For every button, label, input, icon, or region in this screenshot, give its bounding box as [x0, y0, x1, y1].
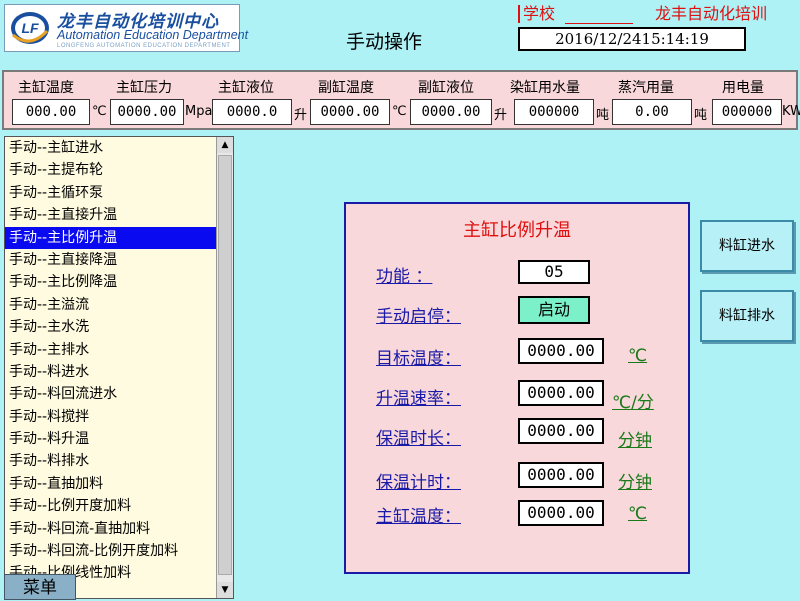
function-value[interactable]: 05 — [518, 260, 590, 284]
status-label: 副缸液位 — [418, 80, 474, 96]
list-item[interactable]: 手动--主比例降温 — [5, 271, 217, 293]
status-unit: ℃ — [392, 104, 407, 119]
status-label: 主缸温度 — [18, 80, 74, 96]
page-title: 手动操作 — [346, 31, 423, 53]
status-unit: 升 — [494, 108, 508, 123]
status-bar: 主缸温度 000.00 ℃ 主缸压力 0000.00 Mpa 主缸液位 0000… — [2, 70, 800, 130]
school-underline — [565, 23, 633, 24]
list-item[interactable]: 手动--主直接升温 — [5, 204, 217, 226]
dye-tank-drain-button[interactable]: 料缸排水 — [700, 290, 794, 342]
list-item[interactable]: 手动--主循环泵 — [5, 182, 217, 204]
row-unit: 分钟 — [618, 473, 652, 493]
status-value: 0000.00 — [110, 99, 184, 125]
list-item[interactable]: 手动--料排水 — [5, 450, 217, 472]
status-unit: Mpa — [185, 104, 213, 119]
list-item[interactable]: 手动--主直接降温 — [5, 249, 217, 271]
status-value: 000000 — [712, 99, 782, 125]
dye-tank-fill-button[interactable]: 料缸进水 — [700, 220, 794, 272]
row-unit: ℃ — [628, 504, 648, 524]
row-unit: ℃ — [628, 346, 648, 366]
logo-tiny-text: LONGFENG AUTOMATION EDUCATION DEPARTMENT — [57, 43, 231, 49]
row-label: 升温速率： — [376, 389, 461, 409]
row-label: 主缸温度： — [376, 507, 461, 527]
school-label: 学校 — [518, 5, 555, 23]
manual-operation-list[interactable]: 手动--主缸进水 手动--主提布轮 手动--主循环泵 手动--主直接升温 手动--主比例… — [4, 136, 234, 599]
hold-duration-input[interactable]: 0000.00 — [518, 418, 604, 444]
target-temp-input[interactable]: 0000.00 — [518, 338, 604, 364]
status-label: 主缸压力 — [116, 80, 172, 96]
list-item[interactable]: 手动--料回流进水 — [5, 383, 217, 405]
status-unit: KW — [782, 104, 800, 119]
row-label: 保温时长： — [376, 429, 461, 449]
logo-mark-text: LF — [21, 20, 39, 36]
status-value: 000000 — [514, 99, 594, 125]
row-label: 目标温度： — [376, 349, 461, 369]
heat-rate-input[interactable]: 0000.00 — [518, 380, 604, 406]
menu-button[interactable]: 菜单 — [4, 574, 76, 600]
row-label: 保温计时： — [376, 473, 461, 493]
scroll-thumb[interactable] — [218, 155, 232, 575]
status-label: 副缸温度 — [318, 80, 374, 96]
list-item[interactable]: 手动--主比例升温 — [5, 226, 217, 249]
row-unit: 分钟 — [618, 431, 652, 451]
status-value: 0000.00 — [310, 99, 390, 125]
list-item[interactable]: 手动--主水洗 — [5, 316, 217, 338]
list-item[interactable]: 手动--料回流-直抽加料 — [5, 518, 217, 540]
logo-en-text: Automation Education Department — [57, 28, 249, 42]
list-item[interactable]: 手动--料进水 — [5, 361, 217, 383]
status-unit: 升 — [294, 108, 308, 123]
main-temp-display: 0000.00 — [518, 500, 604, 526]
startstop-label: 手动启停： — [376, 307, 461, 327]
status-label: 蒸汽用量 — [618, 80, 674, 96]
company-name: 龙丰自动化培训 — [655, 4, 768, 23]
status-label: 主缸液位 — [218, 80, 274, 96]
status-label: 用电量 — [722, 80, 764, 96]
list-items: 手动--主缸进水 手动--主提布轮 手动--主循环泵 手动--主直接升温 手动--主比例… — [5, 137, 217, 585]
control-panel: 主缸比例升温 功能 ： 05 手动启停： 启动 目标温度： 0000.00 ℃ … — [344, 202, 690, 574]
list-item[interactable]: 手动--料搅拌 — [5, 406, 217, 428]
start-button[interactable]: 启动 — [518, 296, 590, 324]
list-item[interactable]: 手动--料升温 — [5, 428, 217, 450]
list-item[interactable]: 手动--主排水 — [5, 339, 217, 361]
list-item[interactable]: 手动--料回流-比例开度加料 — [5, 540, 217, 562]
status-value: 000.00 — [12, 99, 90, 125]
status-unit: 吨 — [596, 108, 610, 123]
list-item[interactable]: 手动--比例开度加料 — [5, 495, 217, 517]
row-unit: ℃/分 — [612, 393, 654, 413]
logo: LF 龙丰自动化培训中心 Automation Education Depart… — [4, 4, 248, 52]
status-unit: ℃ — [92, 104, 107, 119]
panel-title: 主缸比例升温 — [463, 220, 571, 241]
lf-logo-icon: LF — [11, 12, 49, 44]
triangle-down-icon[interactable]: ▼ — [217, 582, 233, 598]
list-item[interactable]: 手动--主溢流 — [5, 294, 217, 316]
triangle-up-icon[interactable]: ▲ — [217, 137, 233, 153]
hold-timer-display: 0000.00 — [518, 462, 604, 488]
status-value: 0.00 — [612, 99, 692, 125]
function-label: 功能 ： — [376, 267, 433, 287]
list-item[interactable]: 手动--直抽加料 — [5, 473, 217, 495]
status-value: 0000.0 — [212, 99, 292, 125]
list-item[interactable]: 手动--主提布轮 — [5, 159, 217, 181]
status-value: 0000.00 — [410, 99, 492, 125]
scrollbar[interactable]: ▲ ▼ — [216, 137, 233, 598]
list-item[interactable]: 手动--主缸进水 — [5, 137, 217, 159]
status-unit: 吨 — [694, 108, 708, 123]
datetime-display: 2016/12/2415:14:19 — [518, 27, 746, 51]
header: LF 龙丰自动化培训中心 Automation Education Depart… — [0, 0, 800, 68]
status-label: 染缸用水量 — [510, 80, 580, 96]
